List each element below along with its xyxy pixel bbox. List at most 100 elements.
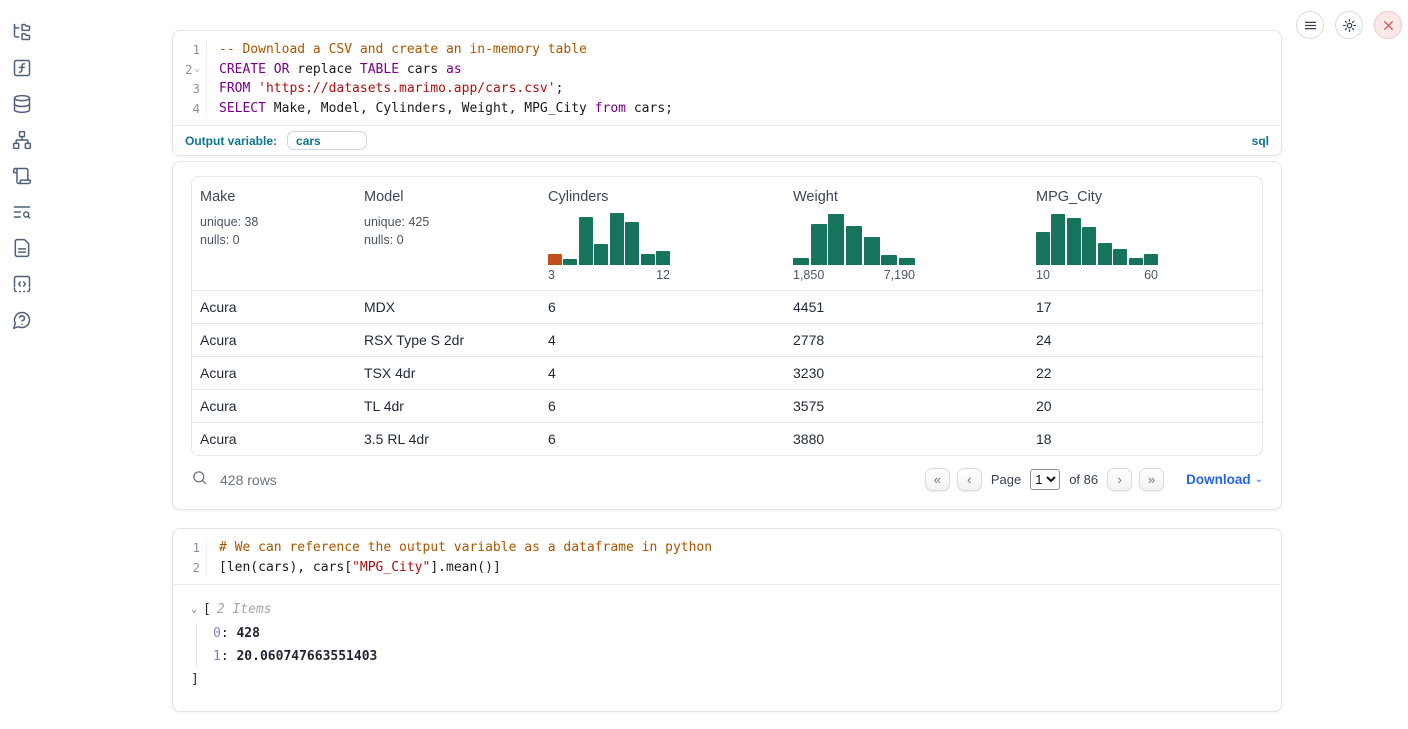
table-cell: MDX (356, 299, 540, 315)
column-histogram: 1,8507,190 (793, 211, 915, 282)
table-cell: 4 (540, 332, 785, 348)
histogram-bar[interactable] (563, 259, 577, 265)
chevron-down-icon[interactable]: ⌄ (191, 604, 203, 615)
column-histogram: 1060 (1036, 211, 1158, 282)
table-row[interactable]: AcuraTSX 4dr4323022 (192, 356, 1262, 389)
code-box-icon (12, 274, 32, 294)
histogram-bar[interactable] (846, 226, 862, 265)
sidebar-item-datasources[interactable] (12, 94, 32, 114)
histogram-bar[interactable] (864, 237, 880, 265)
search-icon[interactable] (191, 469, 208, 491)
sidebar-item-help[interactable] (12, 310, 32, 330)
histogram-bar[interactable] (610, 213, 624, 265)
prev-page-button[interactable]: ‹ (957, 468, 982, 491)
page-select[interactable]: 1 (1030, 469, 1060, 490)
histogram-bar[interactable] (1051, 214, 1065, 265)
first-page-button[interactable]: « (925, 468, 950, 491)
table-row[interactable]: Acura3.5 RL 4dr6388018 (192, 422, 1262, 455)
gear-icon (1342, 18, 1357, 33)
menu-icon (1303, 18, 1318, 33)
shutdown-button[interactable] (1374, 11, 1402, 39)
histogram-bar[interactable] (594, 244, 608, 265)
histogram-bar[interactable] (625, 222, 639, 265)
column-header[interactable]: Cylinders312 (540, 189, 785, 282)
column-header[interactable]: Weight 1,8507,190 (785, 189, 1028, 282)
histogram-bar[interactable] (641, 254, 655, 265)
settings-button[interactable] (1335, 11, 1363, 39)
line-number: 2⌄ (173, 60, 207, 80)
column-name: Model (364, 189, 532, 205)
output-variable-input[interactable] (287, 131, 367, 150)
file-tree-icon (12, 22, 32, 42)
list-item: 0: 428 (213, 623, 1263, 646)
histogram-bar[interactable] (828, 214, 844, 265)
histogram-axis: 1,8507,190 (793, 268, 915, 282)
table-cell: TL 4dr (356, 398, 540, 414)
last-page-button[interactable]: » (1139, 468, 1164, 491)
sidebar-item-scratchpad[interactable] (12, 166, 32, 186)
sidebar-item-file-tree[interactable] (12, 22, 32, 42)
histogram-bar[interactable] (579, 217, 593, 265)
code-text: CREATE OR replace TABLE cars as (219, 60, 462, 80)
histogram-bar[interactable] (811, 224, 827, 265)
table-cell: TSX 4dr (356, 365, 540, 381)
row-count: 428 rows (220, 472, 277, 488)
sql-code-editor[interactable]: 1-- Download a CSV and create an in-memo… (173, 31, 1281, 125)
table-cell: Acura (192, 332, 356, 348)
item-value: 20.060747663551403 (236, 649, 377, 664)
close-icon (1381, 18, 1396, 33)
notebook: 1-- Download a CSV and create an in-memo… (172, 30, 1282, 712)
table-row[interactable]: AcuraMDX6445117 (192, 290, 1262, 323)
tree-items: 0: 4281: 20.060747663551403 (196, 623, 1263, 668)
table-cell: 4 (540, 365, 785, 381)
table-cell: Acura (192, 365, 356, 381)
column-header[interactable]: Model unique: 425nulls: 0 (356, 189, 540, 282)
sidebar-item-logs[interactable] (12, 202, 32, 222)
histogram-bar[interactable] (1098, 243, 1112, 265)
table-cell: 6 (540, 299, 785, 315)
topbar (1296, 11, 1402, 39)
column-name: Weight (793, 189, 1020, 205)
code-text: # We can reference the output variable a… (219, 538, 712, 558)
output-variable-label: Output variable: (185, 134, 277, 148)
table-row[interactable]: AcuraRSX Type S 2dr4277824 (192, 323, 1262, 356)
download-button[interactable]: Download ⌄ (1186, 472, 1263, 487)
sidebar-item-dependency-graph[interactable] (12, 130, 32, 150)
histogram-bar[interactable] (1067, 218, 1081, 265)
tree-root[interactable]: ⌄ [ 2 Items (191, 602, 1263, 617)
table-cell: 2778 (785, 332, 1028, 348)
line-number: 2 (173, 558, 207, 578)
table-row[interactable]: AcuraTL 4dr6357520 (192, 389, 1262, 422)
menu-button[interactable] (1296, 11, 1324, 39)
next-page-button[interactable]: › (1107, 468, 1132, 491)
sidebar-item-snippets[interactable] (12, 274, 32, 294)
table-header: Makeunique: 38nulls: 0 Model unique: 425nu… (192, 177, 1262, 290)
python-code-editor[interactable]: 1# We can reference the output variable … (173, 529, 1281, 585)
histogram-bar[interactable] (1113, 249, 1127, 265)
table-cell: 24 (1028, 332, 1263, 348)
item-key: 1 (213, 649, 221, 664)
histogram-bar[interactable] (1144, 254, 1158, 265)
histogram-bar[interactable] (656, 251, 670, 265)
sidebar-item-functions[interactable] (12, 58, 32, 78)
histogram-bar[interactable] (881, 255, 897, 265)
column-name: Make (200, 189, 348, 205)
close-bracket: ] (191, 672, 1263, 687)
column-header[interactable]: Makeunique: 38nulls: 0 (192, 189, 356, 282)
table-cell: Acura (192, 431, 356, 447)
histogram-bar[interactable] (548, 254, 562, 265)
histogram-bar[interactable] (793, 258, 809, 265)
column-header[interactable]: MPG_City 1060 (1028, 189, 1263, 282)
column-stats: unique: 425nulls: 0 (364, 214, 532, 249)
line-number: 4 (173, 99, 207, 119)
histogram-bar[interactable] (1129, 258, 1143, 265)
python-cell-output: ⌄ [ 2 Items 0: 4281: 20.060747663551403 … (173, 585, 1281, 711)
fold-chevron-icon[interactable]: ⌄ (195, 60, 200, 80)
sidebar-item-documentation[interactable] (12, 238, 32, 258)
function-square-icon (12, 58, 32, 78)
items-count: 2 Items (217, 602, 272, 617)
histogram-bar[interactable] (1082, 227, 1096, 265)
histogram-bar[interactable] (899, 258, 915, 265)
histogram-bar[interactable] (1036, 232, 1050, 265)
column-name: MPG_City (1036, 189, 1256, 205)
